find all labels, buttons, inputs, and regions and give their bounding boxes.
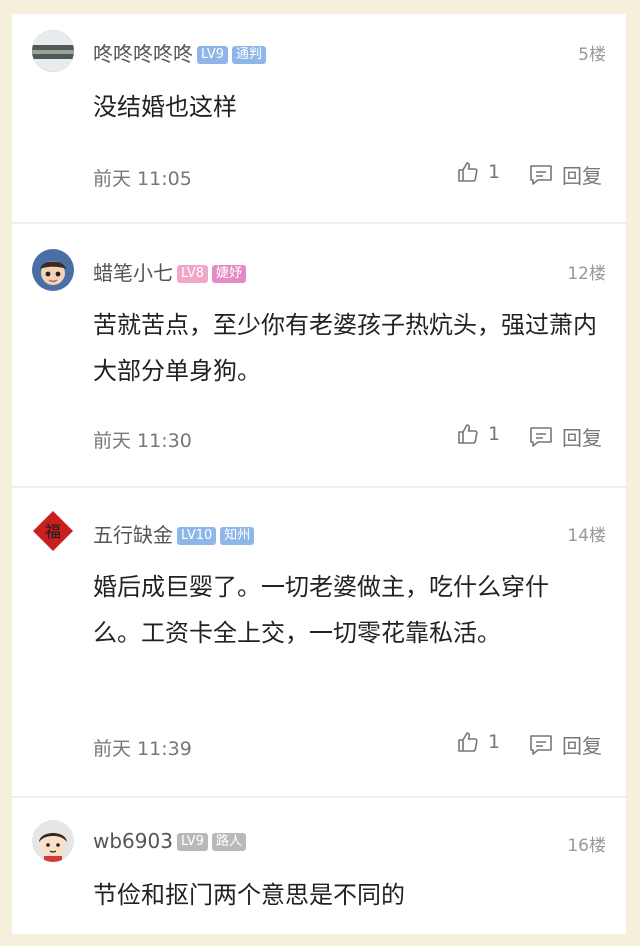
floor-number: 5楼 xyxy=(578,45,606,65)
title-badge: 婕妤 xyxy=(211,265,246,283)
reply-button[interactable]: 回复 xyxy=(528,160,602,189)
landscape-avatar-icon xyxy=(32,30,74,72)
reply-label: 回复 xyxy=(562,426,602,450)
user-avatar[interactable] xyxy=(32,249,74,291)
like-button[interactable]: 1 xyxy=(456,730,500,754)
comment-content: 苦就苦点，至少你有老婆孩子热炕头，强过萧内大部分单身狗。 xyxy=(93,311,597,385)
comment-content: 节俭和抠门两个意思是不同的 xyxy=(93,881,405,909)
username-text[interactable]: 蜡笔小七 xyxy=(93,261,173,285)
user-avatar[interactable] xyxy=(32,30,74,72)
like-button[interactable]: 1 xyxy=(456,422,500,446)
thumbs-up-icon xyxy=(458,162,478,182)
like-count: 1 xyxy=(488,161,501,183)
thumbs-up-icon xyxy=(458,732,478,752)
comment-content: 没结婚也这样 xyxy=(93,93,237,121)
level-badge: LV10 xyxy=(177,527,217,545)
cartoon-girl-avatar-icon xyxy=(32,249,74,291)
comment-card: wb6903 LV9 路人 16楼 节俭和抠门两个意思是不同的 xyxy=(12,798,626,934)
reply-button[interactable]: 回复 xyxy=(528,730,602,759)
level-badge: LV9 xyxy=(197,46,228,64)
comment-icon xyxy=(530,426,552,447)
like-count: 1 xyxy=(488,731,501,753)
comment-icon xyxy=(530,164,552,185)
reply-button[interactable]: 回复 xyxy=(528,422,602,451)
username[interactable]: 咚咚咚咚咚 LV9 通判 xyxy=(93,38,266,67)
title-badge: 知州 xyxy=(220,527,255,545)
comment-time: 前天 11:30 xyxy=(93,430,192,452)
level-badge: LV9 xyxy=(176,833,208,851)
comment-card: 蜡笔小七 LV8 婕妤 12楼 苦就苦点，至少你有老婆孩子热炕头，强过萧内大部分单身… xyxy=(12,224,626,487)
cartoon-boy-avatar-icon xyxy=(32,820,74,862)
thumbs-up-icon xyxy=(458,424,478,444)
comment-card: 福 五行缺金 LV10 知州 14楼 婚后成巨婴了。一切老婆做主，吃什么穿什么。工资… xyxy=(12,488,626,797)
username-text[interactable]: wb6903 xyxy=(93,829,173,853)
svg-text:福: 福 xyxy=(45,522,61,541)
user-avatar[interactable] xyxy=(32,820,74,862)
username-text[interactable]: 五行缺金 xyxy=(93,523,173,547)
floor-number: 12楼 xyxy=(567,264,606,284)
reply-label: 回复 xyxy=(562,164,602,188)
title-badge: 路人 xyxy=(211,833,246,851)
comment-content: 婚后成巨婴了。一切老婆做主，吃什么穿什么。工资卡全上交，一切零花靠私活。 xyxy=(93,573,549,647)
reply-label: 回复 xyxy=(562,734,602,758)
username[interactable]: 蜡笔小七 LV8 婕妤 xyxy=(93,257,246,286)
username-text[interactable]: 咚咚咚咚咚 xyxy=(93,42,193,66)
user-avatar[interactable]: 福 xyxy=(32,510,74,552)
like-button[interactable]: 1 xyxy=(456,160,500,184)
comment-time: 前天 11:05 xyxy=(93,168,192,190)
username[interactable]: wb6903 LV9 路人 xyxy=(93,829,246,853)
like-count: 1 xyxy=(488,423,501,445)
title-badge: 通判 xyxy=(231,46,266,64)
comment-icon xyxy=(530,734,552,755)
comment-time: 前天 11:39 xyxy=(93,738,192,760)
floor-number: 16楼 xyxy=(567,836,606,856)
comment-card: 咚咚咚咚咚 LV9 通判 5楼 没结婚也这样 前天 11:05 1 回复 xyxy=(12,14,626,223)
floor-number: 14楼 xyxy=(567,526,606,546)
username[interactable]: 五行缺金 LV10 知州 xyxy=(93,519,255,548)
fortune-diamond-avatar-icon: 福 xyxy=(33,511,73,551)
level-badge: LV8 xyxy=(177,265,208,283)
